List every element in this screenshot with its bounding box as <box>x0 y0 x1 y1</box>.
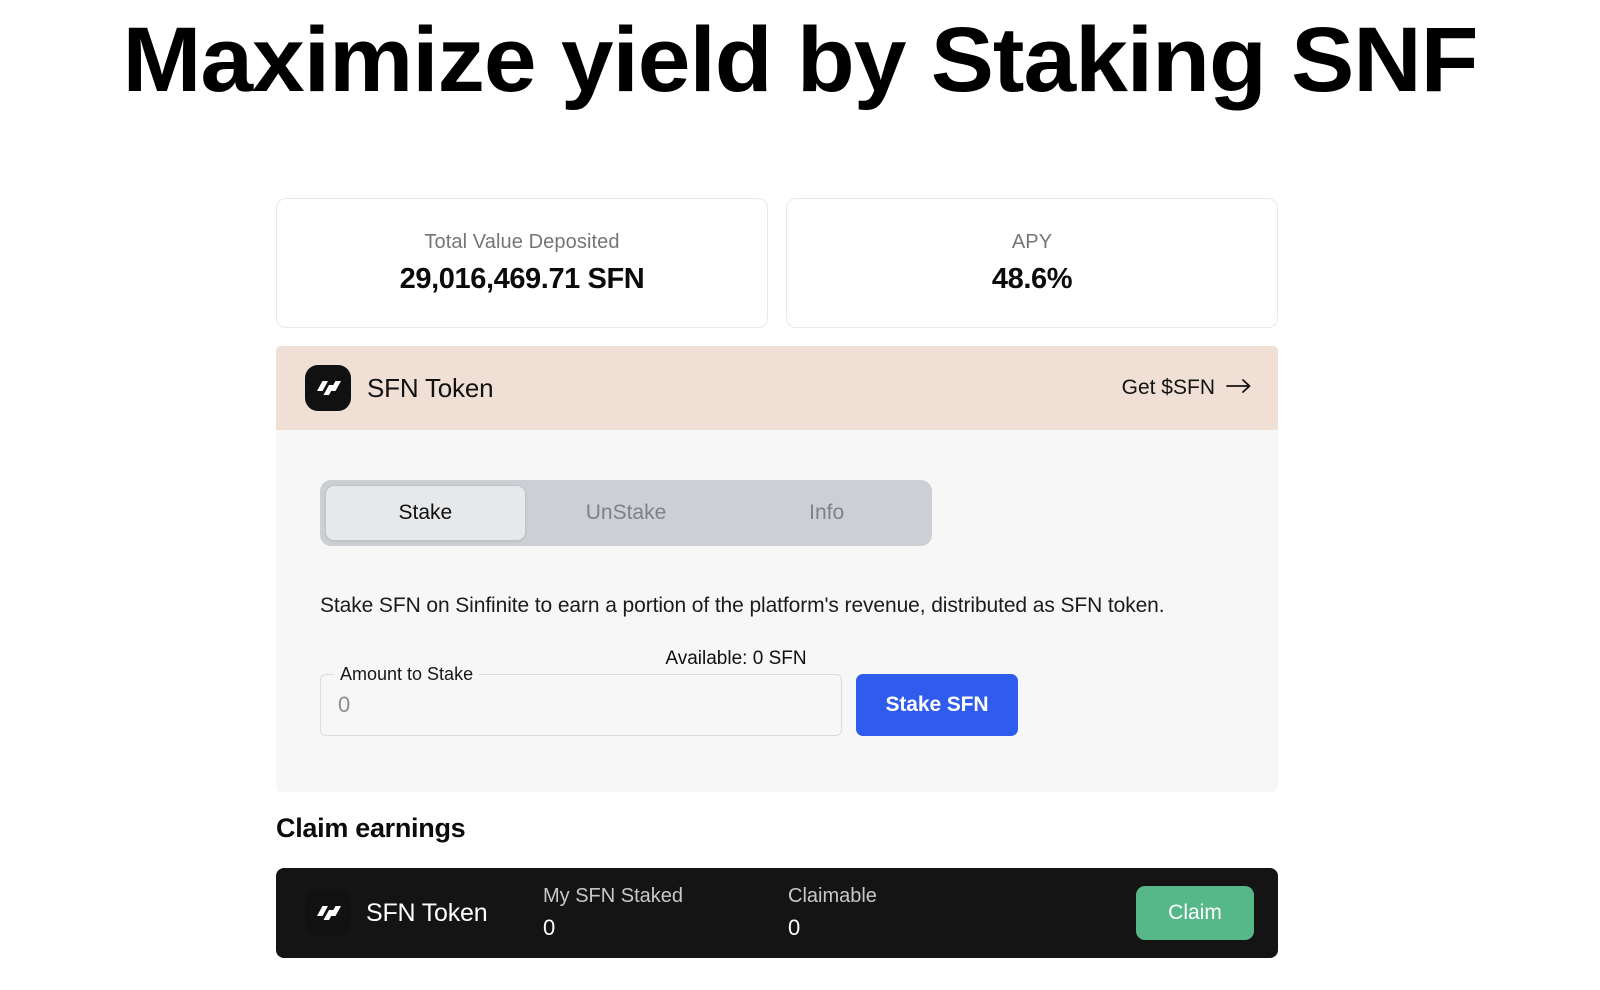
tab-info[interactable]: Info <box>726 485 927 541</box>
arrow-right-icon <box>1226 376 1252 400</box>
stake-tabs: Stake UnStake Info <box>320 480 932 546</box>
page-title: Maximize yield by Staking SNF <box>122 9 1478 111</box>
my-sfn-staked-label: My SFN Staked <box>543 885 684 907</box>
stat-card-total-value-deposited: Total Value Deposited 29,016,469.71 SFN <box>276 198 768 328</box>
stat-value: 29,016,469.71 SFN <box>399 262 645 295</box>
claim-token-name: SFN Token <box>366 898 488 927</box>
tab-unstake[interactable]: UnStake <box>526 485 727 541</box>
stake-description: Stake SFN on Sinfinite to earn a portion… <box>320 594 1165 617</box>
stake-input-row: Amount to Stake Stake SFN <box>320 663 1234 736</box>
token-chip: SFN Token <box>305 365 494 411</box>
amount-to-stake-field: Amount to Stake <box>320 663 842 736</box>
sfn-token-logo-icon <box>305 365 351 411</box>
sfn-token-logo-icon <box>305 890 351 936</box>
panel-header: SFN Token Get $SFN <box>276 346 1278 430</box>
available-balance: Available: 0 SFN <box>665 648 807 669</box>
staking-panel: SFN Token Get $SFN Stake UnStake Info St… <box>276 346 1278 792</box>
stat-card-apy: APY 48.6% <box>786 198 1278 328</box>
claim-earnings-card: SFN Token My SFN Staked 0 Claimable 0 Cl… <box>276 868 1278 958</box>
stats-row: Total Value Deposited 29,016,469.71 SFN … <box>276 198 1278 328</box>
tab-stake[interactable]: Stake <box>325 485 526 541</box>
claimable-stat: Claimable 0 <box>788 885 1033 941</box>
claim-earnings-heading: Claim earnings <box>276 813 466 843</box>
stat-label: APY <box>1011 230 1053 253</box>
get-sfn-link[interactable]: Get $SFN <box>1122 376 1252 400</box>
my-sfn-staked-stat: My SFN Staked 0 <box>543 885 788 941</box>
stake-sfn-button[interactable]: Stake SFN <box>856 674 1018 736</box>
claim-token-chip: SFN Token <box>305 890 543 936</box>
panel-body: Stake UnStake Info Stake SFN on Sinfinit… <box>276 430 1278 792</box>
stat-label: Total Value Deposited <box>424 230 620 253</box>
claimable-value: 0 <box>788 915 801 940</box>
claim-button[interactable]: Claim <box>1136 886 1254 940</box>
token-name: SFN Token <box>367 372 494 403</box>
amount-to-stake-input[interactable] <box>320 674 842 736</box>
stat-value: 48.6% <box>991 262 1073 295</box>
get-sfn-label: Get $SFN <box>1121 376 1215 399</box>
staking-page: Maximize yield by Staking SNF Total Valu… <box>0 0 1600 990</box>
my-sfn-staked-value: 0 <box>543 915 556 940</box>
claimable-label: Claimable <box>788 885 877 907</box>
